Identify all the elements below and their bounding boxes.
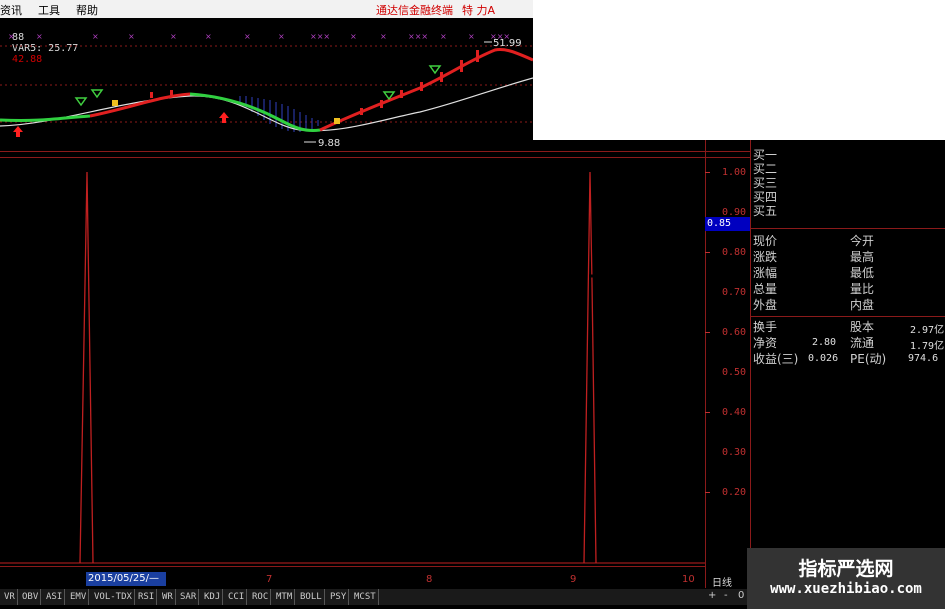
y-tick-label: 0.30	[722, 447, 747, 458]
svg-text:×: ×	[128, 32, 135, 41]
y-tick-label: 0.60	[722, 327, 747, 338]
bid-5: 买五	[753, 204, 778, 218]
y-tick-label: 0.50	[722, 367, 747, 378]
watermark-url: www.xuezhibiao.com	[770, 581, 922, 597]
period-label[interactable]: 日线	[712, 574, 732, 589]
stat-value: 2.97亿	[910, 325, 945, 336]
svg-text:×: ×	[350, 32, 357, 41]
menu-help[interactable]: 帮助	[76, 2, 98, 18]
tab-boll[interactable]: BOLL	[298, 589, 325, 605]
tab-mcst[interactable]: MCST	[352, 589, 379, 605]
svg-text:×: ×	[205, 32, 212, 41]
tab-emv[interactable]: EMV	[68, 589, 90, 605]
date-cursor-label: 2015/05/25/—	[86, 572, 166, 586]
blank-area	[533, 0, 945, 140]
tab-roc[interactable]: ROC	[250, 589, 272, 605]
x-tick-label: 9	[570, 574, 577, 585]
svg-text:×: ×	[36, 32, 43, 41]
y-tick-label: 0.20	[722, 487, 747, 498]
stat-value: 974.6	[908, 353, 939, 364]
quote-label: 现价	[753, 234, 778, 248]
svg-text:×: ×	[468, 32, 475, 41]
spike-2	[583, 171, 597, 564]
high-label: 51.99	[493, 38, 522, 49]
stat-value: 2.80	[812, 337, 837, 348]
stat-label: 股本	[850, 320, 875, 334]
quote-label: 涨跌	[753, 250, 778, 264]
quote-label: 涨幅	[753, 266, 778, 280]
svg-text:×: ×	[380, 32, 387, 41]
indicator-chart[interactable]	[0, 158, 705, 566]
stat-label: 收益(三)	[753, 352, 799, 366]
x-tick-label: 8	[426, 574, 433, 585]
panel-divider	[0, 151, 750, 152]
stat-label: 净资	[753, 336, 778, 350]
svg-text:×: ×	[92, 32, 99, 41]
tab-asi[interactable]: ASI	[44, 589, 66, 605]
quote-label: 总量	[753, 282, 778, 296]
stat-value: 0.026	[808, 353, 839, 364]
y-tick-label: 0.70	[722, 287, 747, 298]
stock-name: 特 力A	[462, 4, 496, 17]
bid-2: 买二	[753, 162, 778, 176]
quote-label: 今开	[850, 234, 875, 248]
svg-text:×: ×	[278, 32, 285, 41]
hatch-area	[239, 96, 319, 132]
x-axis-border	[0, 566, 705, 567]
stat-label: 流通	[850, 336, 875, 350]
current-value-badge: 0.85	[705, 217, 750, 231]
zoom-out-button[interactable]: -	[724, 590, 728, 601]
price-chart[interactable]: × × × × × × × × ××× × × ××× × × ××× 51.99 9.88	[0, 30, 533, 150]
app-brand: 通达信金融终端	[376, 4, 453, 17]
stat-value: 1.79亿	[910, 341, 945, 352]
svg-text:×: ×	[440, 32, 447, 41]
quote-label: 内盘	[850, 298, 875, 312]
tab-cci[interactable]: CCI	[226, 589, 248, 605]
bid-3: 买三	[753, 176, 778, 190]
stat-label: 换手	[753, 320, 778, 334]
svg-text:×: ×	[170, 32, 177, 41]
y-tick-label: 0.80	[722, 247, 747, 258]
quote-panel: 买一 买二 买三 买四 买五 现价 今开 涨跌 最高 涨幅 最低 总量 量比 外…	[750, 140, 945, 570]
menu-tools[interactable]: 工具	[38, 2, 60, 18]
menu-news[interactable]: 资讯	[0, 2, 22, 18]
tab-obv[interactable]: OBV	[20, 589, 42, 605]
tab-mtm[interactable]: MTM	[274, 589, 296, 605]
y-tick-label: 1.00	[722, 167, 747, 178]
indicator-tabs: VR OBV ASI EMV VOL-TDX RSI WR SAR KDJ CC…	[0, 589, 750, 605]
quote-label: 最高	[850, 250, 875, 264]
zoom-in-button[interactable]: +	[708, 590, 716, 601]
svg-text:×: ×	[244, 32, 251, 41]
bid-1: 买一	[753, 148, 778, 162]
tab-vol-tdx[interactable]: VOL-TDX	[92, 589, 135, 605]
svg-text:×: ×	[8, 32, 15, 41]
bid-4: 买四	[753, 190, 778, 204]
tab-vr[interactable]: VR	[2, 589, 18, 605]
tab-rsi[interactable]: RSI	[136, 589, 158, 605]
quote-label: 外盘	[753, 298, 778, 312]
spike-1	[79, 171, 94, 564]
tab-wr[interactable]: WR	[160, 589, 176, 605]
quote-label: 量比	[850, 282, 875, 296]
low-label: 9.88	[318, 138, 340, 149]
ma-line-red	[89, 48, 533, 132]
reset-button[interactable]: 0	[738, 590, 744, 601]
stat-label: PE(动)	[850, 352, 887, 366]
tab-psy[interactable]: PSY	[328, 589, 350, 605]
menu-bar: 资讯 工具 帮助 通达信金融终端 特 力A	[0, 0, 533, 18]
svg-text:×××: ×××	[310, 32, 330, 41]
x-tick-label: 10	[682, 574, 695, 585]
svg-text:×××: ×××	[408, 32, 428, 41]
tab-sar[interactable]: SAR	[178, 589, 200, 605]
quote-label: 最低	[850, 266, 875, 280]
y-tick-label: 0.40	[722, 407, 747, 418]
x-tick-label: 7	[266, 574, 273, 585]
watermark: 指标严选网 www.xuezhibiao.com	[747, 548, 945, 609]
watermark-title: 指标严选网	[798, 558, 894, 580]
tab-kdj[interactable]: KDJ	[202, 589, 224, 605]
buy-arrows	[13, 112, 229, 137]
signal-markers: × × × × × × × × ××× × × ××× × × ×××	[8, 32, 510, 41]
